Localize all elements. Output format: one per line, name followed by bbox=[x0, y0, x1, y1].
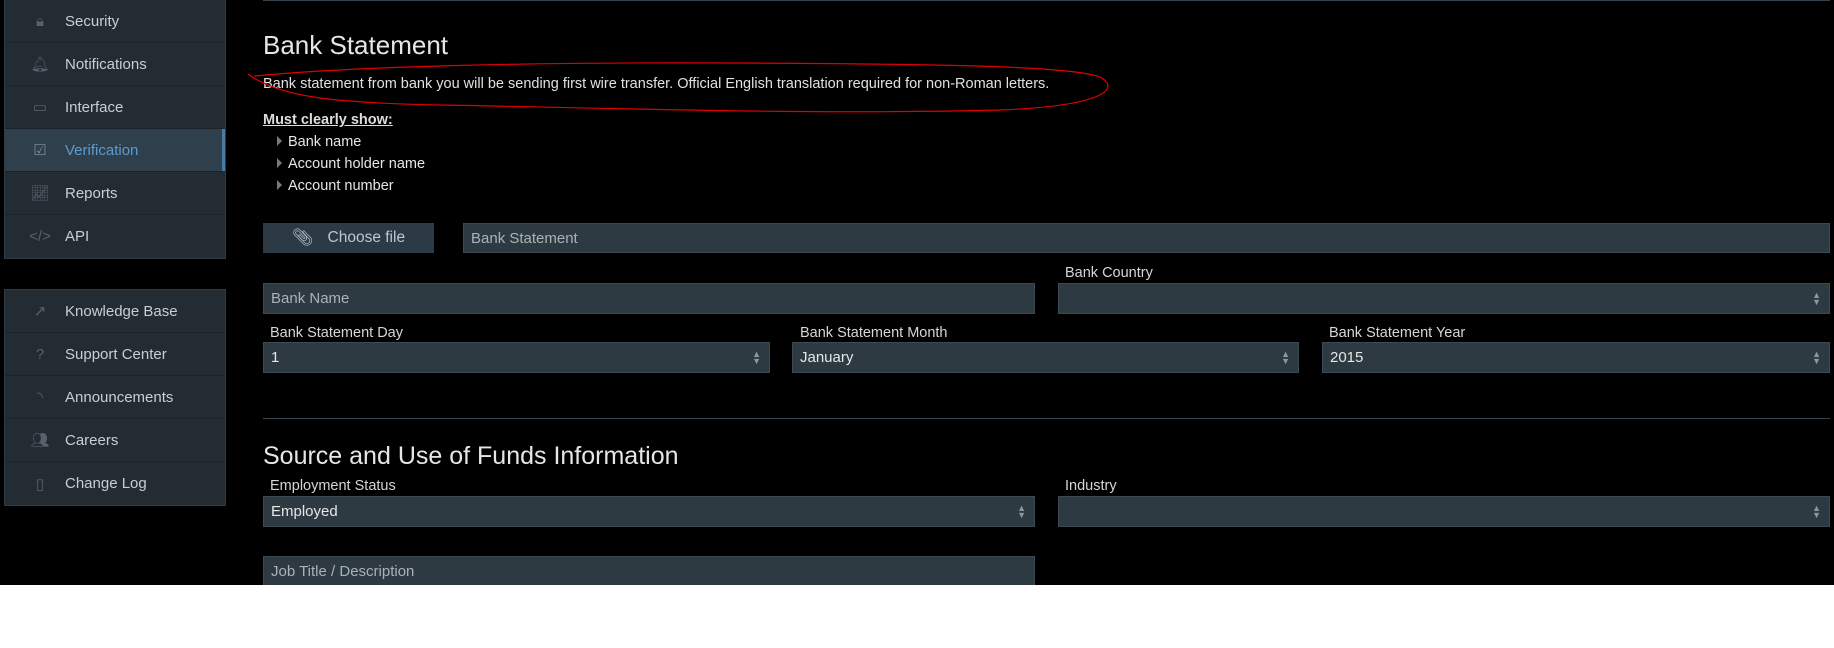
sidebar-item-label: Announcements bbox=[65, 388, 174, 406]
users-icon: 👥︎ bbox=[30, 432, 50, 449]
employment-status-label: Employment Status bbox=[270, 478, 396, 494]
year-select[interactable]: 2015 ▲ ▼ bbox=[1322, 342, 1830, 373]
map-icon: ▯ bbox=[35, 475, 45, 493]
sidebar-item-security[interactable]: 🔒︎ Security bbox=[5, 0, 225, 43]
divider bbox=[263, 0, 1830, 1]
select-arrows-icon: ▲ ▼ bbox=[1812, 289, 1821, 307]
sidebar-item-label: Notifications bbox=[65, 55, 147, 73]
select-arrows-icon: ▲ ▼ bbox=[1017, 502, 1026, 520]
requirement-item: Account number bbox=[277, 178, 394, 194]
select-arrows-icon: ▲ ▼ bbox=[1812, 502, 1821, 520]
placeholder: Bank Statement bbox=[471, 229, 578, 247]
sidebar-item-careers[interactable]: 👥︎ Careers bbox=[5, 419, 225, 462]
sidebar-item-interface[interactable]: ▭ Interface bbox=[5, 86, 225, 129]
bank-country-select[interactable]: ▲ ▼ bbox=[1058, 283, 1830, 314]
sidebar-item-label: Verification bbox=[65, 141, 139, 159]
page: 🔒︎ Security 🔔︎ Notifications ▭ Interface ☑ V… bbox=[0, 0, 1834, 585]
paperclip-icon: 📎︎ bbox=[291, 228, 314, 247]
month-select[interactable]: January ▲ ▼ bbox=[792, 342, 1299, 373]
month-label: Bank Statement Month bbox=[800, 325, 948, 341]
sidebar-item-label: Careers bbox=[65, 431, 119, 449]
external-link-icon: ↗ bbox=[33, 303, 47, 320]
monitor-icon: ▭ bbox=[32, 99, 48, 116]
select-arrows-icon: ▲ ▼ bbox=[1281, 348, 1290, 366]
day-select[interactable]: 1 ▲ ▼ bbox=[263, 342, 770, 373]
chart-icon: 📈︎ bbox=[30, 185, 50, 202]
sidebar-item-label: API bbox=[65, 228, 90, 245]
code-icon: </> bbox=[29, 228, 51, 245]
requirement-label: Account number bbox=[288, 178, 394, 194]
bank-statement-file-input[interactable]: Bank Statement bbox=[463, 223, 1830, 253]
requirement-item: Bank name bbox=[277, 134, 361, 150]
caret-right-icon bbox=[277, 136, 282, 146]
rss-icon: ◝ bbox=[37, 389, 43, 406]
sidebar-item-api[interactable]: </> API bbox=[5, 215, 225, 258]
sidebar-item-label: Change Log bbox=[65, 475, 147, 492]
select-value: January bbox=[800, 349, 854, 366]
sidebar-item-announcements[interactable]: ◝ Announcements bbox=[5, 376, 225, 419]
section-title-bank-statement: Bank Statement bbox=[263, 30, 448, 60]
sidebar-item-support-center[interactable]: ? Support Center bbox=[5, 333, 225, 376]
year-label: Bank Statement Year bbox=[1329, 325, 1466, 341]
industry-select[interactable]: ▲ ▼ bbox=[1058, 496, 1830, 527]
bank-name-input[interactable]: Bank Name bbox=[263, 283, 1035, 314]
sidebar-item-knowledge-base[interactable]: ↗ Knowledge Base bbox=[5, 290, 225, 333]
sidebar-item-notifications[interactable]: 🔔︎ Notifications bbox=[5, 43, 225, 86]
placeholder: Job Title / Description bbox=[271, 563, 415, 580]
must-clearly-show-heading: Must clearly show: bbox=[263, 112, 393, 128]
sidebar-help-menu: ↗ Knowledge Base ? Support Center ◝ Announc… bbox=[4, 289, 226, 506]
sidebar-item-label: Support Center bbox=[65, 345, 167, 363]
sidebar-item-change-log[interactable]: ▯ Change Log bbox=[5, 462, 225, 505]
sidebar-item-label: Interface bbox=[65, 98, 124, 116]
select-value: Employed bbox=[271, 503, 338, 520]
select-value: 2015 bbox=[1330, 349, 1364, 366]
requirement-label: Bank name bbox=[288, 134, 362, 150]
section-title-source-of-funds: Source and Use of Funds Information bbox=[263, 442, 679, 470]
requirement-label: Account holder name bbox=[288, 156, 426, 172]
industry-label: Industry bbox=[1065, 478, 1117, 494]
requirement-item: Account holder name bbox=[277, 156, 425, 172]
sidebar-item-label: Security bbox=[65, 12, 120, 30]
checkbox-icon: ☑ bbox=[33, 142, 47, 159]
day-label: Bank Statement Day bbox=[270, 325, 403, 341]
sidebar-item-label: Knowledge Base bbox=[65, 302, 178, 320]
bank-country-label: Bank Country bbox=[1065, 265, 1153, 281]
employment-status-select[interactable]: Employed ▲ ▼ bbox=[263, 496, 1035, 527]
sidebar-item-verification[interactable]: ☑ Verification bbox=[5, 129, 225, 172]
sidebar-item-label: Reports bbox=[65, 184, 118, 202]
placeholder: Bank Name bbox=[271, 290, 350, 307]
lock-icon: 🔒︎ bbox=[36, 12, 44, 30]
select-arrows-icon: ▲ ▼ bbox=[752, 348, 761, 366]
choose-file-button[interactable]: 📎︎ Choose file bbox=[263, 223, 434, 253]
choose-file-label: Choose file bbox=[327, 229, 406, 246]
question-icon: ? bbox=[35, 345, 45, 363]
divider bbox=[263, 418, 1830, 419]
red-annotation-ellipse bbox=[247, 62, 1109, 113]
caret-right-icon bbox=[277, 158, 282, 168]
select-value: 1 bbox=[271, 349, 280, 366]
caret-right-icon bbox=[277, 180, 282, 190]
sidebar-item-reports[interactable]: 📈︎ Reports bbox=[5, 172, 225, 215]
select-arrows-icon: ▲ ▼ bbox=[1812, 348, 1821, 366]
bell-icon: 🔔︎ bbox=[30, 56, 50, 73]
job-title-input[interactable]: Job Title / Description bbox=[263, 556, 1035, 585]
sidebar-account-menu: 🔒︎ Security 🔔︎ Notifications ▭ Interface ☑ V… bbox=[4, 0, 226, 259]
